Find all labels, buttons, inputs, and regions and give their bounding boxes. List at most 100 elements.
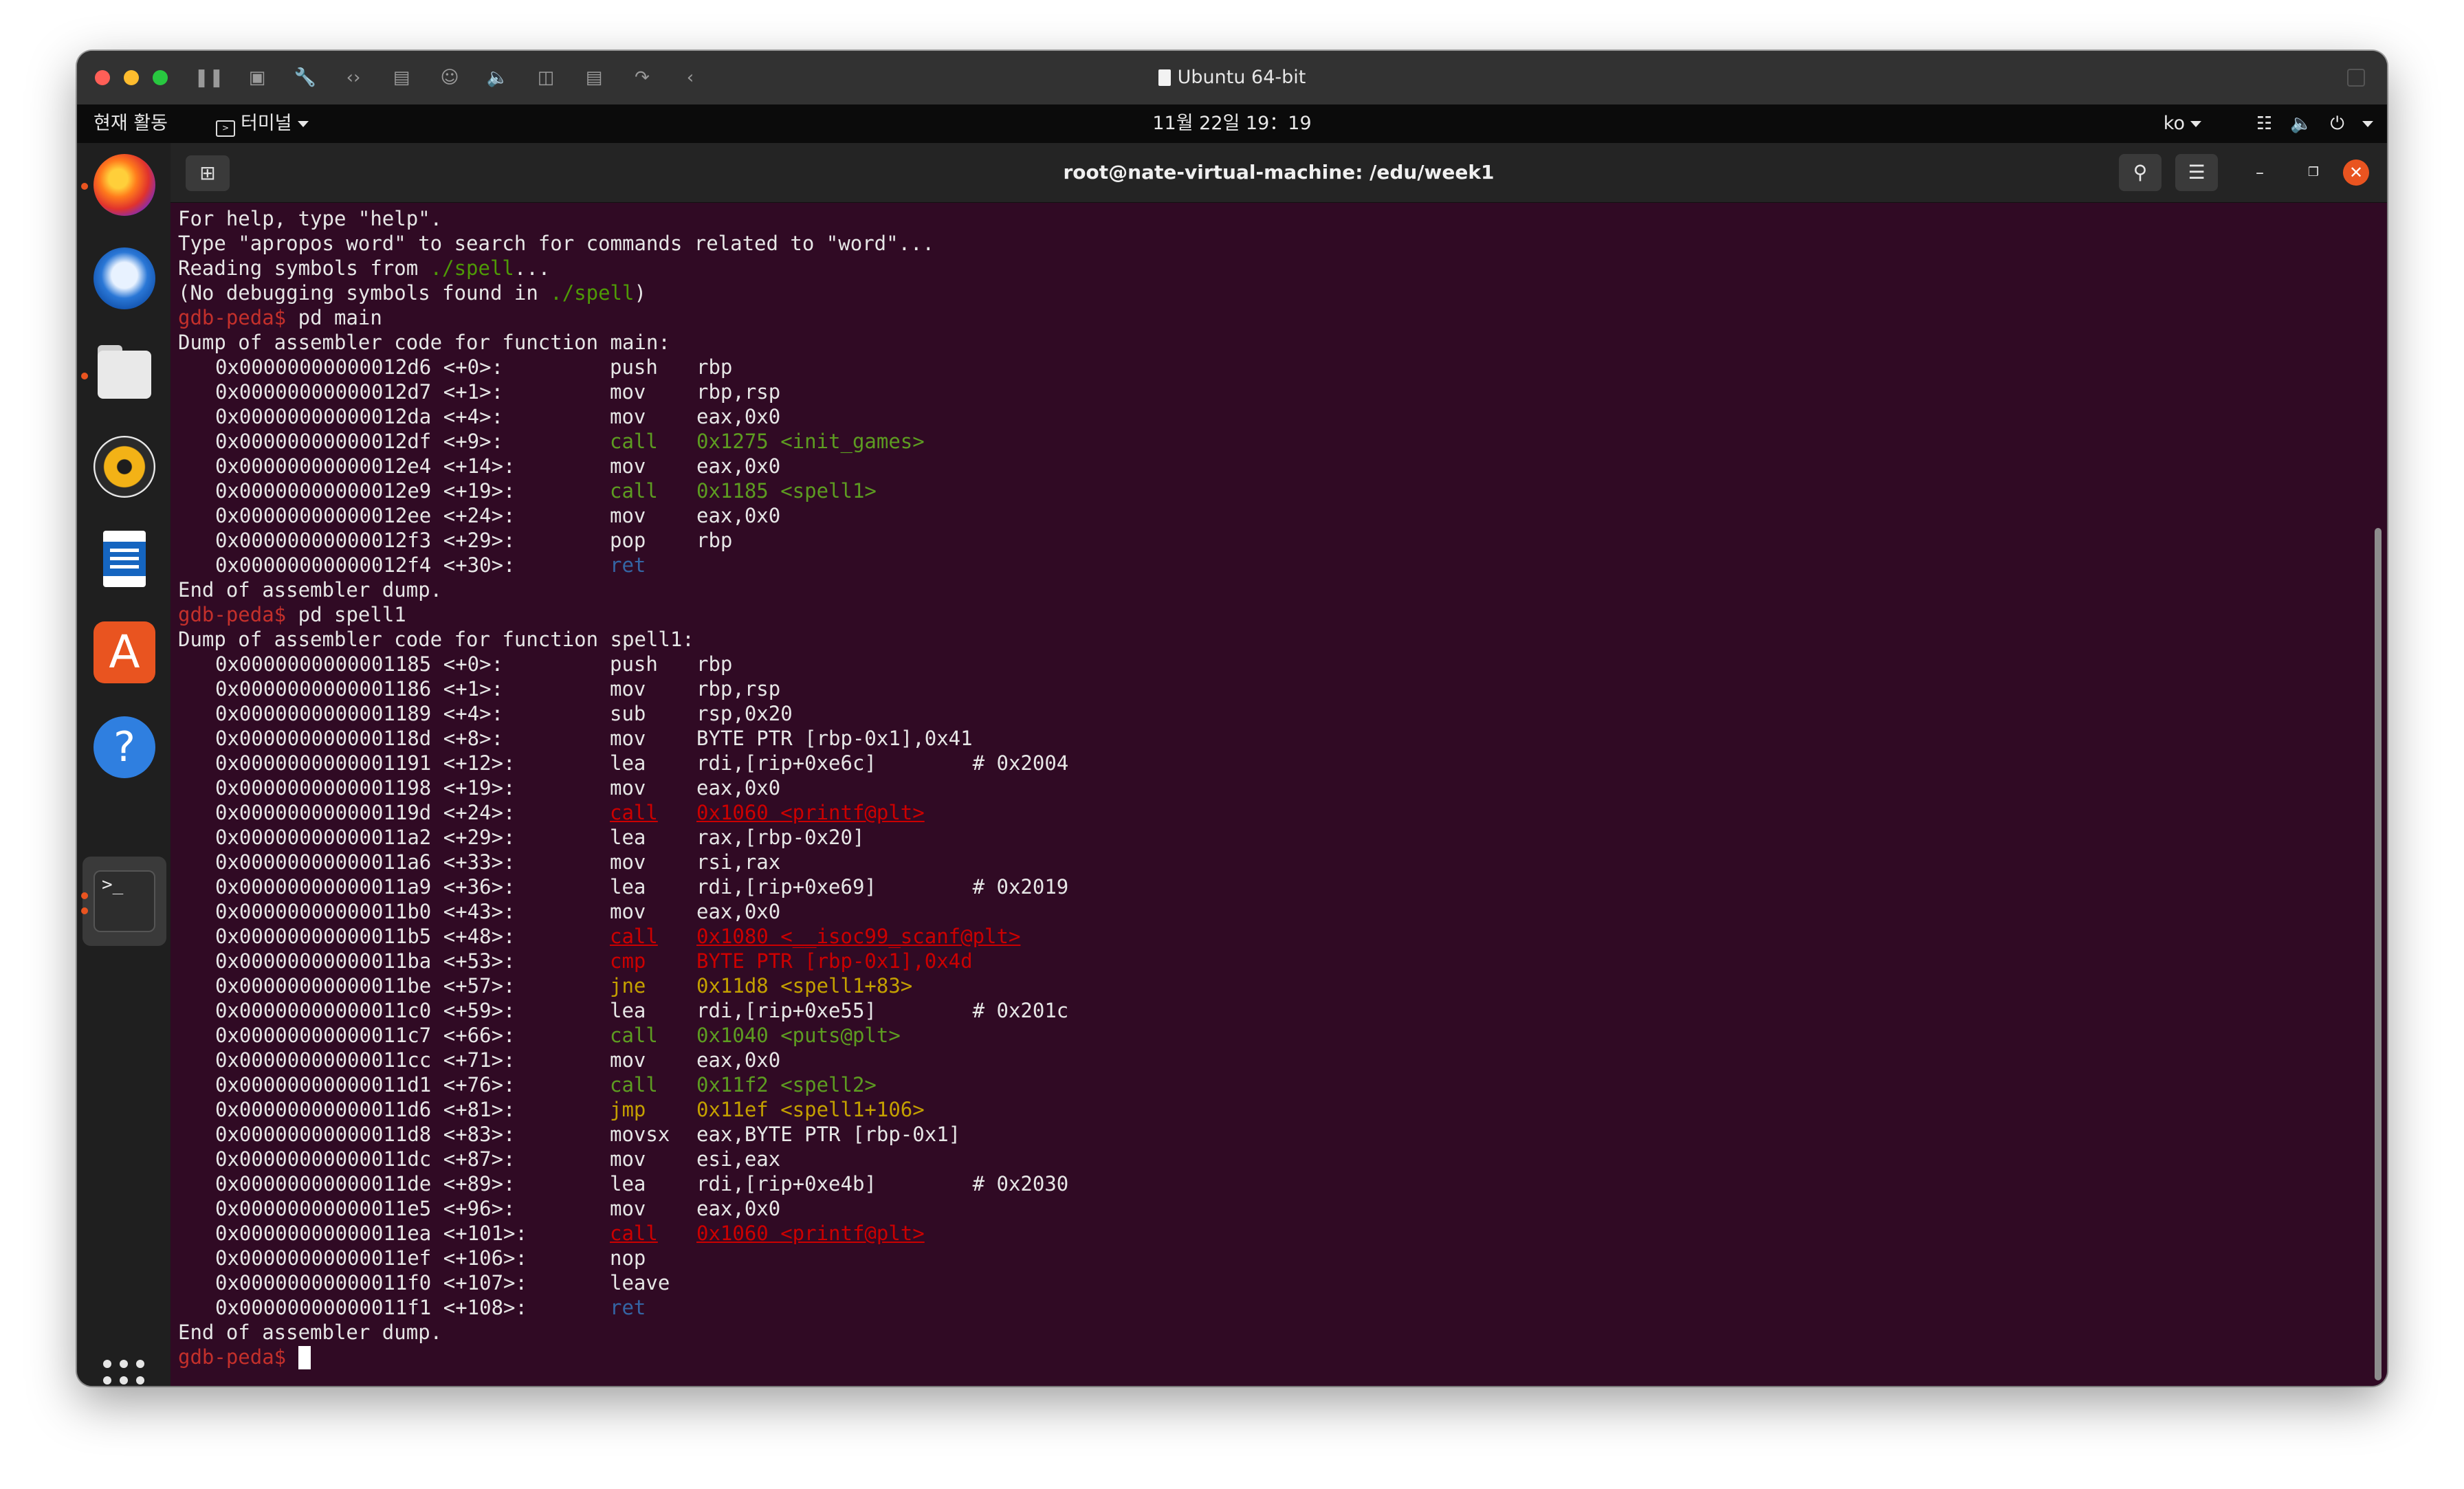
instruction-operands: eax,0x0 [696,454,781,478]
files-icon[interactable] [94,342,155,404]
instruction-body: mov rbp,rsp [610,677,780,701]
gdb-prompt: gdb-peda$ [178,603,298,626]
instruction-address: 0x0000000000001191 <+12>: [215,751,516,775]
instruction-address: 0x000000000000118d <+8>: [215,727,504,750]
asm-instruction-line: 0x00000000000011c0 <+59>: lea rdi,[rip+0xe… [178,998,2360,1023]
asm-instruction-line: 0x00000000000012d6 <+0>: push rbp [178,355,2360,379]
help-icon[interactable]: ? [94,716,155,778]
instruction-operands: eax,0x0 [696,405,781,428]
document-icon [1158,69,1171,86]
terminal-text-line: (No debugging symbols found in ./spell) [178,280,2360,305]
clock[interactable]: 11월 22일 19：19 [77,104,2387,143]
thunderbird-icon[interactable] [94,247,155,309]
instruction-address: 0x00000000000011ba <+53>: [215,949,516,973]
vm-title-text: Ubuntu 64-bit [1177,67,1306,88]
instruction-body: mov eax,0x0 [610,1197,780,1220]
power-icon: ⏻ [2330,113,2344,134]
instruction-mnemonic: call [610,430,658,453]
instruction-body: mov eax,0x0 [610,776,780,799]
instruction-mnemonic: push [610,355,658,379]
instruction-address: 0x00000000000011a9 <+36>: [215,875,516,898]
instruction-address: 0x00000000000011a2 <+29>: [215,826,516,849]
asm-instruction-line: 0x00000000000011a9 <+36>: lea rdi,[rip+0xe… [178,874,2360,899]
instruction-operands: rbp [696,355,733,379]
instruction-address: 0x00000000000011b5 <+48>: [215,925,516,948]
instruction-operands: eax,0x0 [696,776,781,799]
instruction-address: 0x00000000000012df <+9>: [215,430,504,453]
instruction-operands: eax,0x0 [696,1197,781,1220]
instruction-operands: 0x1185 <spell1> [696,479,877,503]
instruction-body: call 0x1185 <spell1> [610,479,877,503]
instruction-body: mov eax,0x0 [610,1048,780,1072]
asm-instruction-line: 0x0000000000001186 <+1>: mov rbp,rsp [178,676,2360,701]
instruction-body: mov BYTE PTR [rbp-0x1],0x41 [610,727,973,750]
instruction-mnemonic: mov [610,380,646,404]
instruction-body: mov esi,eax [610,1147,780,1171]
system-tray[interactable]: ☷ 🔈 ⏻ [2238,104,2373,143]
terminal-icon[interactable]: >_ [94,870,155,932]
instruction-operands: rdi,[rip+0xe55] # 0x201c [696,999,1069,1022]
gdb-prompt: gdb-peda$ [178,1345,298,1369]
asm-instruction-line: 0x00000000000012e9 <+19>: call 0x1185 <spe… [178,478,2360,503]
search-button[interactable]: ⚲ [2119,154,2162,191]
instruction-mnemonic: pop [610,529,646,552]
input-language-menu[interactable]: ko [2164,104,2201,143]
instruction-operands: rbp,rsp [696,677,781,701]
output-text: (No debugging symbols found in [178,281,551,305]
instruction-address: 0x00000000000011f1 <+108>: [215,1296,527,1319]
app-center-icon[interactable]: A [94,621,155,683]
instruction-operands: rbp [696,652,733,676]
instruction-body: cmp BYTE PTR [rbp-0x1],0x4d [610,949,973,973]
instruction-address: 0x00000000000011cc <+71>: [215,1048,516,1072]
instruction-address: 0x000000000000119d <+24>: [215,801,516,824]
terminal-text-line: Reading symbols from ./spell... [178,256,2360,280]
instruction-operands: eax,0x0 [696,900,781,923]
instruction-address: 0x00000000000012d6 <+0>: [215,355,504,379]
asm-instruction-line: 0x0000000000001198 <+19>: mov eax,0x0 [178,775,2360,800]
output-text: End of assembler dump. [178,1321,443,1344]
instruction-address: 0x00000000000011e5 <+96>: [215,1197,516,1220]
libreoffice-writer-icon[interactable] [94,528,155,590]
instruction-address: 0x00000000000011dc <+87>: [215,1147,516,1171]
asm-instruction-line: 0x000000000000119d <+24>: call 0x1060 <pri… [178,800,2360,825]
asm-instruction-line: 0x00000000000011d8 <+83>: movsx eax,BYTE P… [178,1122,2360,1147]
asm-instruction-line: 0x00000000000011a2 <+29>: lea rax,[rbp-0x2… [178,825,2360,850]
vm-window-title: Ubuntu 64-bit [77,51,2387,104]
terminal-text-line: For help, type "help". [178,206,2360,231]
output-text: Dump of assembler code for function spel… [178,628,694,651]
instruction-operands: eax,0x0 [696,1048,781,1072]
running-indicator [81,183,88,190]
terminal-text-line: Type "apropos word" to search for comman… [178,231,2360,256]
firefox-icon[interactable] [94,154,155,216]
instruction-operands: rbp,rsp [696,380,781,404]
close-button[interactable]: ✕ [2343,159,2369,186]
terminal-scrollbar[interactable] [2375,528,2382,1380]
menu-button[interactable]: ☰ [2175,154,2218,191]
duplicate-window-icon[interactable] [2347,69,2365,87]
asm-instruction-line: 0x00000000000011c7 <+66>: call 0x1040 <put… [178,1023,2360,1048]
instruction-body: mov eax,0x0 [610,405,780,428]
instruction-address: 0x00000000000012f3 <+29>: [215,529,516,552]
asm-instruction-line: 0x00000000000011b0 <+43>: mov eax,0x0 [178,899,2360,924]
asm-instruction-line: 0x0000000000001189 <+4>: sub rsp,0x20 [178,701,2360,726]
instruction-body: jmp 0x11ef <spell1+106> [610,1098,925,1121]
output-text: Dump of assembler code for function main… [178,331,670,354]
instruction-address: 0x00000000000012f4 <+30>: [215,553,516,577]
instruction-operands: eax,BYTE PTR [rbp-0x1] [696,1123,961,1146]
minimize-button[interactable]: – [2248,161,2272,184]
terminal-output[interactable]: For help, type "help". Type "apropos word… [178,202,2360,1386]
instruction-body: lea rdi,[rip+0xe6c] # 0x2004 [610,751,1068,775]
asm-instruction-line: 0x00000000000011e5 <+96>: mov eax,0x0 [178,1196,2360,1221]
terminal-text-line: gdb-peda$ pd spell1 [178,602,2360,627]
instruction-address: 0x00000000000011c7 <+66>: [215,1024,516,1047]
instruction-mnemonic: mov [610,1147,646,1171]
rhythmbox-icon[interactable] [94,436,155,498]
running-indicator [81,892,88,899]
show-applications-icon[interactable] [103,1360,146,1386]
instruction-body: lea rdi,[rip+0xe4b] # 0x2030 [610,1172,1068,1195]
chevron-down-icon [2190,121,2201,127]
restore-button[interactable]: ❐ [2302,161,2325,184]
instruction-mnemonic: mov [610,677,646,701]
instruction-mnemonic: lea [610,751,646,775]
hamburger-menu-icon: ☰ [2188,161,2206,184]
